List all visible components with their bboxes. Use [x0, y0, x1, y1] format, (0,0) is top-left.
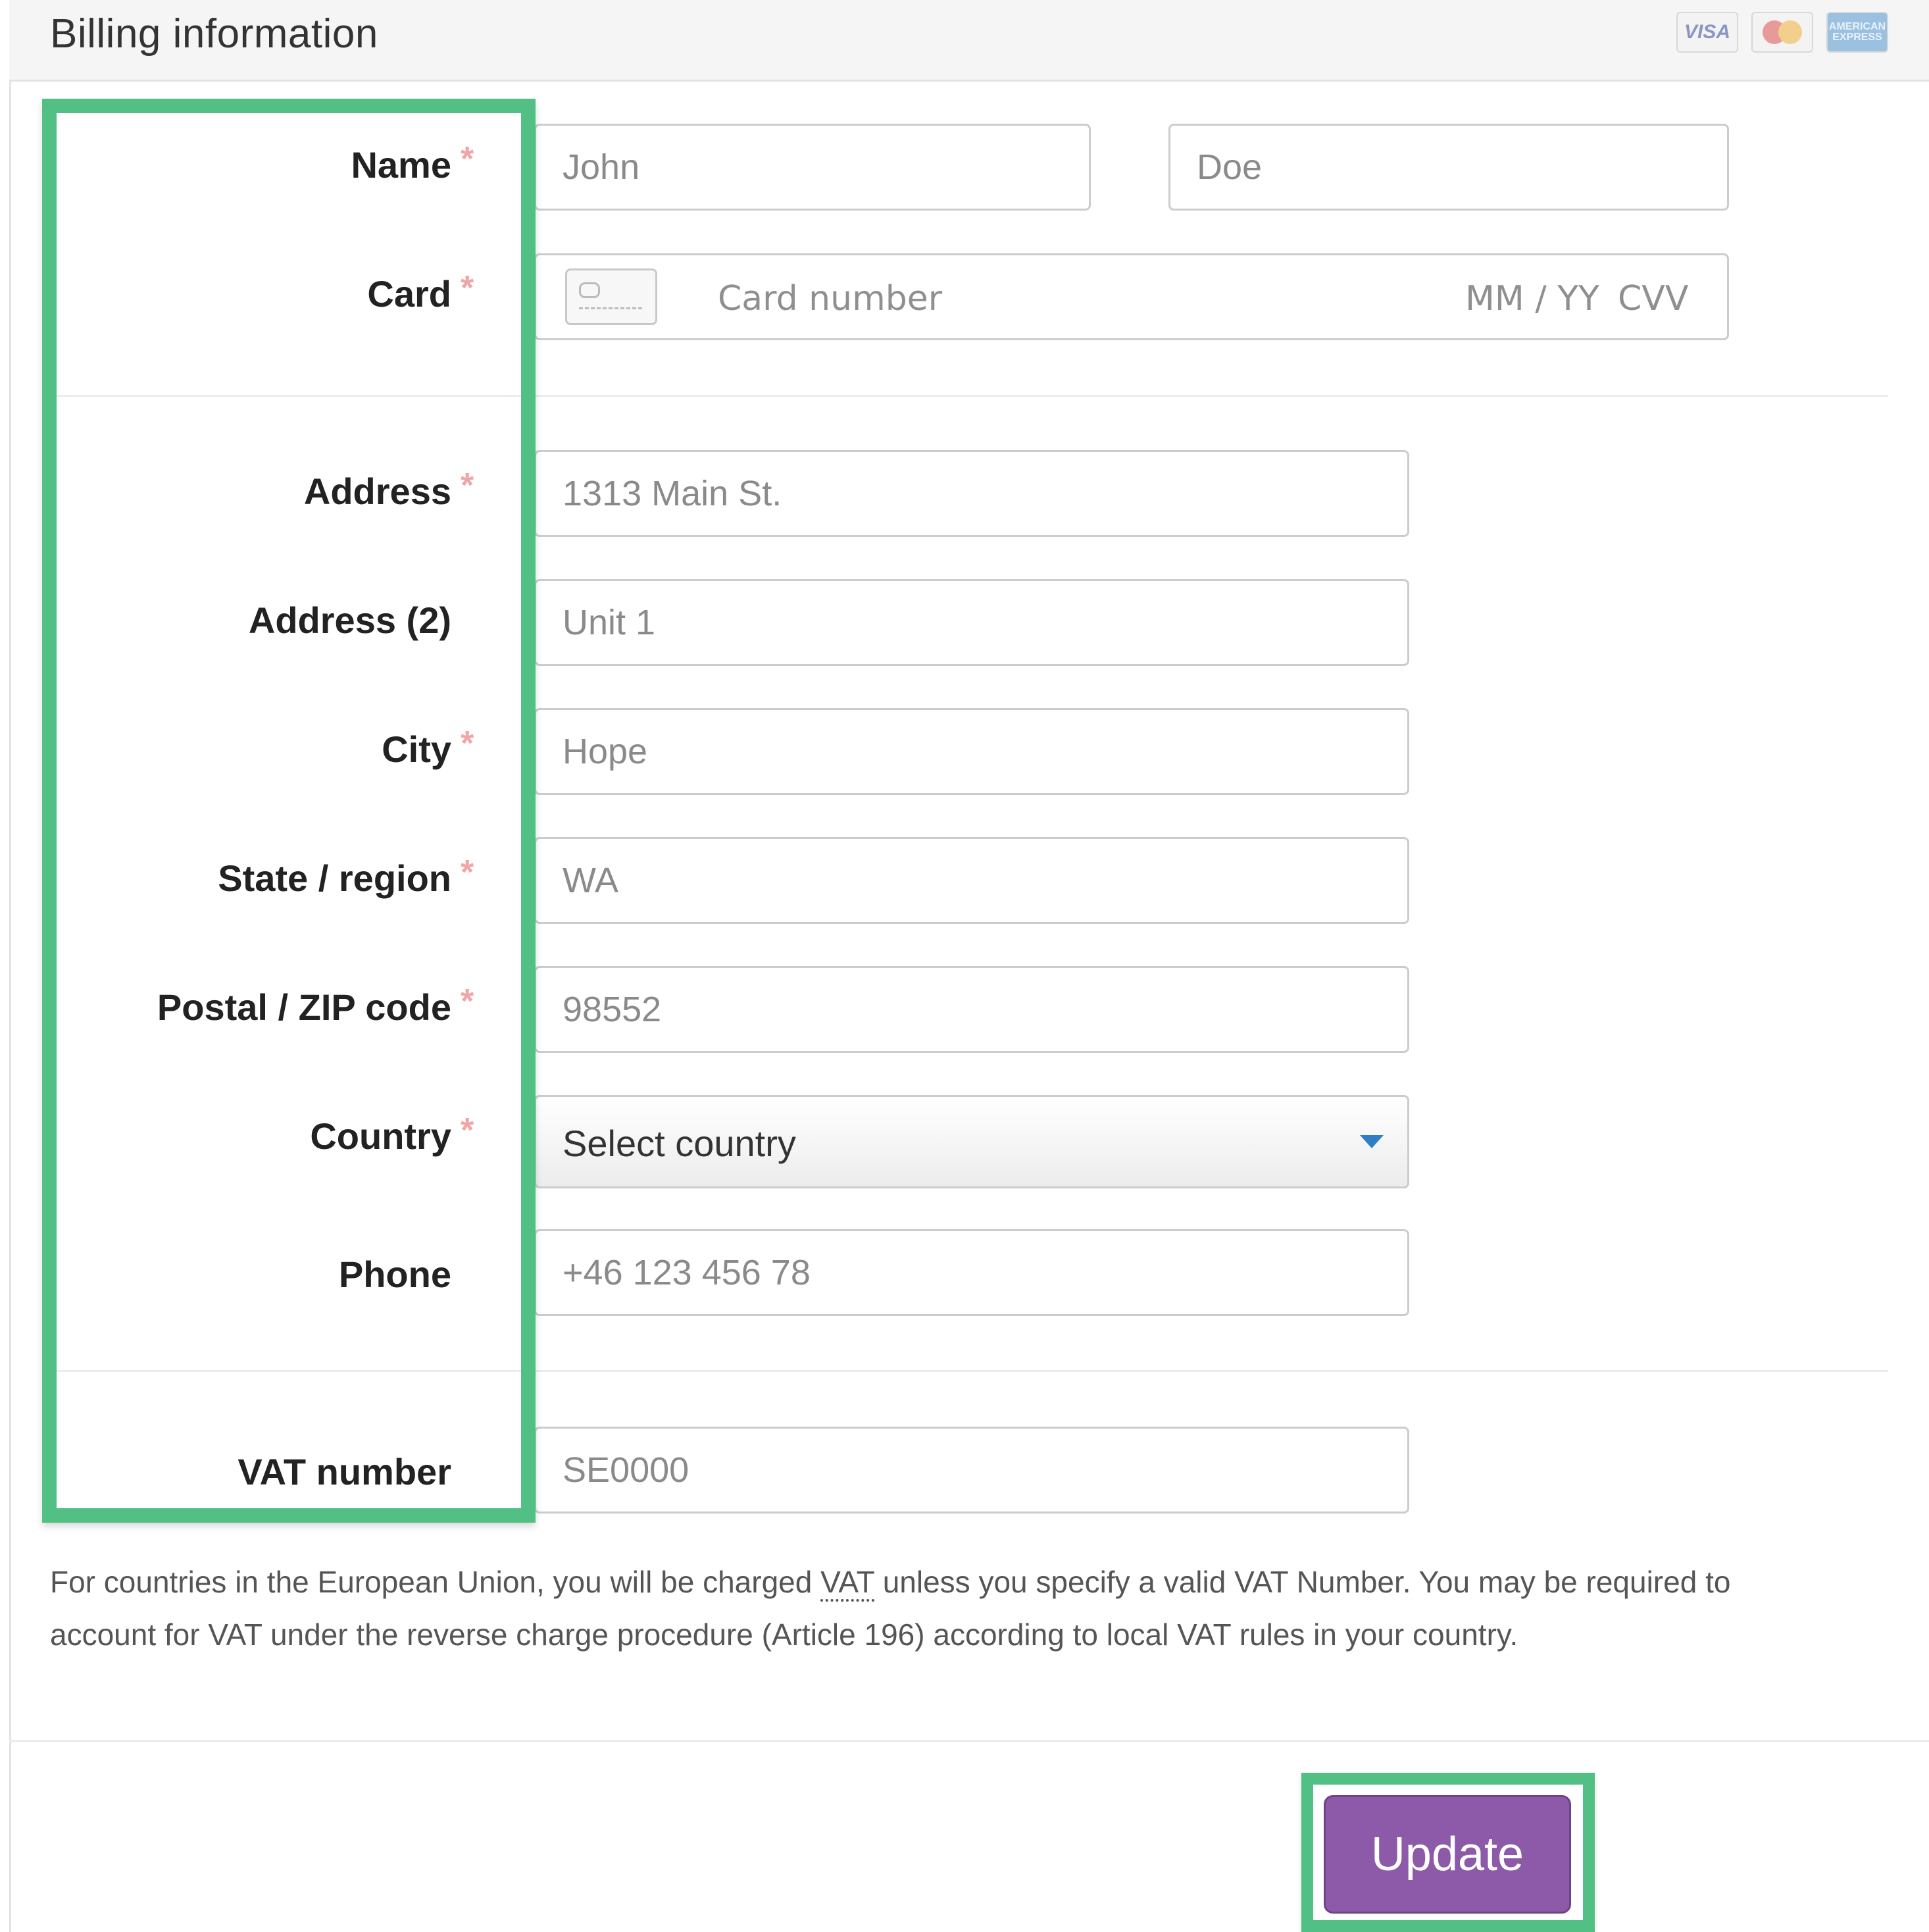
card-input-field[interactable]: Card number MM / YY CVV [534, 253, 1729, 340]
card-number-input[interactable]: Card number [718, 279, 942, 318]
address2-input[interactable] [536, 581, 1407, 664]
chevron-down-icon[interactable] [1360, 1135, 1384, 1148]
name-required-marker: * [461, 140, 474, 178]
vat-input[interactable] [536, 1429, 1407, 1512]
phone-input[interactable] [536, 1231, 1407, 1314]
phone-field[interactable] [534, 1229, 1409, 1316]
phone-label: Phone [338, 1254, 451, 1295]
vat-field[interactable] [534, 1427, 1409, 1513]
vat-abbreviation: VAT [820, 1565, 874, 1602]
vat-label: VAT number [238, 1451, 451, 1492]
update-button[interactable]: Update [1324, 1795, 1571, 1914]
first-name-field[interactable] [534, 124, 1091, 211]
city-required-marker: * [461, 724, 474, 763]
city-field[interactable] [534, 708, 1409, 795]
mastercard-logo-icon [1751, 12, 1813, 53]
card-required-marker: * [461, 269, 474, 307]
last-name-field[interactable] [1168, 124, 1729, 211]
state-field[interactable] [534, 837, 1409, 924]
state-input[interactable] [536, 839, 1407, 922]
postal-input[interactable] [536, 968, 1407, 1051]
card-expiry-input[interactable]: MM / YY [1465, 279, 1599, 318]
city-label: City [382, 728, 451, 770]
panel-header: Billing information [9, 0, 1929, 82]
section-divider [53, 1370, 1888, 1372]
credit-card-icon [565, 268, 657, 325]
visa-logo-icon: VISA [1676, 12, 1738, 53]
postal-label: Postal / ZIP code [157, 986, 451, 1028]
address2-field[interactable] [534, 579, 1409, 666]
address-label: Address [303, 470, 451, 512]
address-field[interactable] [534, 450, 1409, 537]
last-name-input[interactable] [1170, 126, 1727, 209]
state-label: State / region [218, 857, 451, 899]
section-divider [53, 395, 1888, 397]
address-input[interactable] [536, 452, 1407, 535]
address-required-marker: * [461, 467, 474, 505]
panel-title: Billing information [50, 11, 378, 57]
first-name-input[interactable] [536, 126, 1089, 209]
footer-divider [9, 1740, 1929, 1742]
card-label: Card [367, 273, 451, 315]
city-input[interactable] [536, 710, 1407, 793]
name-label: Name [351, 144, 451, 186]
card-cvv-input[interactable]: CVV [1618, 279, 1688, 318]
country-label: Country [310, 1115, 451, 1157]
vat-note: For countries in the European Union, you… [50, 1556, 1826, 1661]
address2-label: Address (2) [248, 599, 451, 641]
country-select[interactable]: Select country [534, 1095, 1409, 1188]
state-required-marker: * [461, 853, 474, 892]
postal-required-marker: * [461, 982, 474, 1021]
postal-field[interactable] [534, 966, 1409, 1053]
vat-note-text: For countries in the European Union, you… [50, 1565, 821, 1599]
country-selected-value: Select country [563, 1123, 796, 1164]
country-required-marker: * [461, 1111, 474, 1150]
amex-logo-icon: AMERICAN EXPRESS [1826, 12, 1888, 53]
